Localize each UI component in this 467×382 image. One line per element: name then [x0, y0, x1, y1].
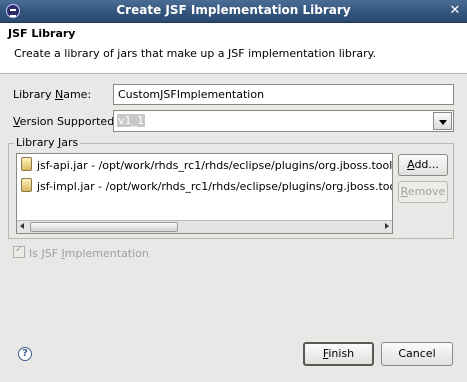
header-title: JSF Library: [8, 27, 76, 40]
close-icon[interactable]: ✕: [448, 4, 462, 18]
title-bar[interactable]: Create JSF Implementation Library ✕: [0, 0, 467, 23]
library-name-input[interactable]: [113, 84, 454, 105]
add-button[interactable]: Add...: [398, 154, 448, 176]
library-jars-legend: Library Jars: [14, 136, 81, 149]
cancel-button[interactable]: Cancel: [381, 342, 453, 366]
scrollbar-thumb[interactable]: [30, 222, 178, 232]
library-jars-list[interactable]: jsf-api.jar - /opt/work/rhds_rc1/rhds/ec…: [16, 153, 393, 234]
version-value: v1_1: [117, 114, 146, 127]
help-icon[interactable]: ?: [18, 347, 32, 361]
remove-button[interactable]: Remove: [398, 181, 448, 203]
version-select[interactable]: v1_1: [113, 110, 454, 132]
checkbox-check-icon[interactable]: [13, 244, 25, 258]
scroll-right-icon[interactable]: [381, 221, 392, 232]
jar-icon: [21, 157, 32, 171]
header-description: Create a library of jars that make up a …: [14, 47, 377, 60]
is-jsf-implementation-checkbox[interactable]: Is JSF Implementation: [13, 244, 149, 260]
list-item[interactable]: jsf-api.jar - /opt/work/rhds_rc1/rhds/ec…: [21, 157, 392, 175]
dialog-header: JSF Library Create a library of jars tha…: [0, 23, 467, 74]
jar-icon: [21, 178, 32, 192]
list-item[interactable]: jsf-impl.jar - /opt/work/rhds_rc1/rhds/e…: [21, 178, 392, 196]
window-title: Create JSF Implementation Library: [116, 3, 351, 17]
version-supported-label: Version Supported:: [13, 115, 118, 128]
dropdown-arrow-icon[interactable]: [433, 112, 452, 130]
horizontal-scrollbar[interactable]: [17, 220, 392, 233]
library-name-label: Library Name:: [13, 88, 92, 101]
finish-button[interactable]: Finish: [303, 342, 374, 366]
scroll-left-icon[interactable]: [17, 221, 28, 232]
